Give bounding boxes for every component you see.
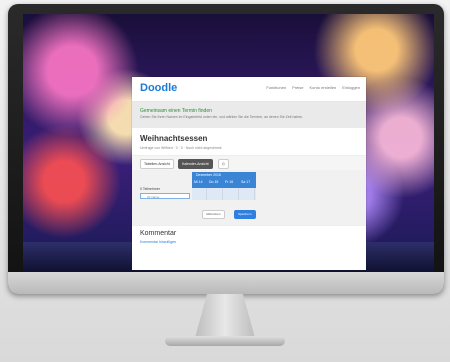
screen: Doodle Funktionen Preise Konto erstellen… <box>23 14 434 272</box>
poll-title: Weihnachtsessen <box>140 134 208 143</box>
doodle-page: Doodle Funktionen Preise Konto erstellen… <box>132 77 366 270</box>
intro-heading: Gemeinsam einen Termin finden <box>140 108 212 114</box>
month-label: Dezember 2016 <box>196 173 221 177</box>
availability-checkbox[interactable] <box>192 188 207 200</box>
comments-section: Kommentar Kommentar hinzufügen <box>132 225 366 270</box>
monitor-base <box>165 336 285 346</box>
date-label: Sa 17 <box>241 180 251 184</box>
poll-meta: Umfrage von Wilfried · 0 · 0 · Noch nich… <box>140 146 222 150</box>
tab-calendar-view[interactable]: Kalender-Ansicht <box>178 159 213 169</box>
comments-heading: Kommentar <box>140 230 177 237</box>
date-label: Fr 16 <box>225 180 234 184</box>
top-nav: Funktionen Preise Konto erstellen Einlog… <box>266 85 360 90</box>
cancel-button[interactable]: Abbrechen <box>202 210 225 219</box>
date-label: Mi 14 <box>194 180 203 184</box>
monitor-stand <box>195 294 255 338</box>
nav-konto-erstellen[interactable]: Konto erstellen <box>310 85 337 90</box>
top-bar: Doodle Funktionen Preise Konto erstellen… <box>132 77 366 102</box>
save-button[interactable]: Speichern <box>234 210 256 219</box>
nav-einloggen[interactable]: Einloggen <box>342 85 360 90</box>
date-label: Do 15 <box>209 180 219 184</box>
tab-table-view[interactable]: Tabellen-Ansicht <box>140 159 174 169</box>
participants-count: 0 Teilnehmer <box>140 187 160 191</box>
nav-preise[interactable]: Preise <box>292 85 303 90</box>
availability-checkbox[interactable] <box>208 188 223 200</box>
monitor-chin <box>8 272 444 294</box>
date-header: Dezember 2016 Mi 14 Do 15 Fr 16 Sa 17 <box>192 172 256 188</box>
intro-banner: Gemeinsam einen Termin finden Geben Sie … <box>132 102 366 128</box>
availability-checkbox[interactable] <box>224 188 239 200</box>
print-icon[interactable]: ⎙ <box>218 159 229 169</box>
availability-cells <box>192 188 256 200</box>
intro-text: Geben Sie Ihren Namen im Eingabefeld unt… <box>140 115 304 119</box>
name-input[interactable]: Ihr Name <box>140 193 190 199</box>
doodle-logo[interactable]: Doodle <box>140 82 177 94</box>
monitor: Doodle Funktionen Preise Konto erstellen… <box>8 4 444 294</box>
nav-funktionen[interactable]: Funktionen <box>266 85 286 90</box>
view-tabs: Tabellen-Ansicht Kalender-Ansicht ⎙ <box>132 155 366 170</box>
poll-grid: Dezember 2016 Mi 14 Do 15 Fr 16 Sa 17 0 … <box>132 170 366 225</box>
add-comment-link[interactable]: Kommentar hinzufügen <box>140 240 176 244</box>
poll-header: Weihnachtsessen Umfrage von Wilfried · 0… <box>132 128 366 155</box>
availability-checkbox[interactable] <box>240 188 255 200</box>
